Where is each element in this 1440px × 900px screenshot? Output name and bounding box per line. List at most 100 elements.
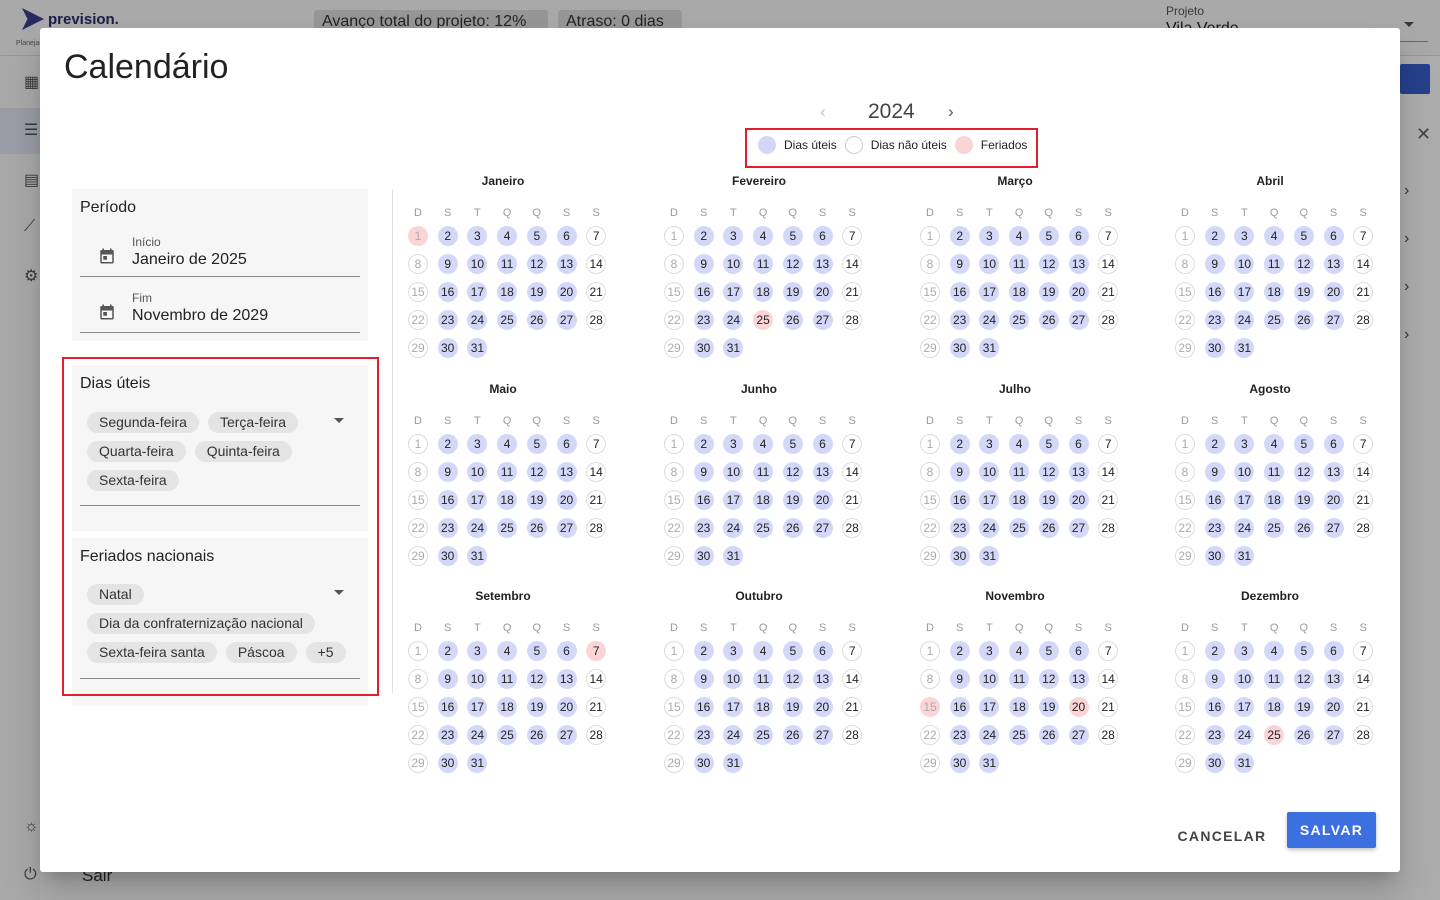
day-working[interactable]: 18 [1264,697,1285,717]
day-working[interactable]: 9 [949,669,970,689]
day-working[interactable]: 6 [556,434,577,454]
day-working[interactable]: 24 [467,310,488,330]
day-working[interactable]: 30 [1204,338,1225,358]
day-working[interactable]: 23 [437,725,458,745]
day-working[interactable]: 19 [1293,490,1314,510]
day-non-working[interactable]: 14 [586,462,607,482]
day-working[interactable]: 16 [949,490,970,510]
day-non-working[interactable]: 1 [408,641,428,661]
day-working[interactable]: 16 [437,490,458,510]
day-non-working[interactable]: 22 [664,310,684,330]
day-holiday[interactable]: 15 [920,697,940,717]
day-working[interactable]: 24 [723,310,744,330]
day-working[interactable]: 20 [556,282,577,302]
day-working[interactable]: 6 [556,641,577,661]
day-non-working[interactable]: 15 [1175,697,1195,717]
day-working[interactable]: 31 [979,753,1000,773]
day-working[interactable]: 11 [1264,254,1285,274]
day-non-working[interactable]: 22 [408,725,428,745]
start-date-field[interactable]: Início Janeiro de 2025 [80,227,360,277]
day-working[interactable]: 27 [812,518,833,538]
day-working[interactable]: 12 [782,254,803,274]
day-working[interactable]: 11 [497,669,518,689]
day-working[interactable]: 3 [467,641,488,661]
day-working[interactable]: 2 [693,434,714,454]
day-holiday[interactable]: 25 [1264,725,1285,745]
day-non-working[interactable]: 22 [408,518,428,538]
day-working[interactable]: 31 [467,338,488,358]
day-working[interactable]: 23 [1204,725,1225,745]
day-working[interactable]: 31 [467,753,488,773]
day-working[interactable]: 27 [556,518,577,538]
day-working[interactable]: 5 [1038,641,1059,661]
day-working[interactable]: 25 [1009,518,1030,538]
day-working[interactable]: 10 [979,254,1000,274]
day-holiday[interactable]: 25 [753,310,774,330]
day-working[interactable]: 3 [1234,226,1255,246]
day-working[interactable]: 19 [1293,282,1314,302]
day-non-working[interactable]: 21 [586,282,607,302]
day-working[interactable]: 11 [1009,254,1030,274]
day-non-working[interactable]: 8 [664,254,684,274]
day-non-working[interactable]: 1 [1175,434,1195,454]
day-non-working[interactable]: 15 [408,490,428,510]
day-working[interactable]: 30 [693,546,714,566]
day-non-working[interactable]: 29 [920,546,940,566]
day-working[interactable]: 19 [526,697,547,717]
day-working[interactable]: 3 [467,434,488,454]
day-working[interactable]: 12 [782,669,803,689]
day-working[interactable]: 9 [1204,254,1225,274]
day-working[interactable]: 4 [1009,641,1030,661]
day-working[interactable]: 3 [979,641,1000,661]
day-working[interactable]: 12 [526,462,547,482]
day-working[interactable]: 20 [1068,490,1089,510]
day-working[interactable]: 20 [812,697,833,717]
day-working[interactable]: 16 [437,282,458,302]
day-non-working[interactable]: 29 [408,338,428,358]
day-working[interactable]: 4 [753,434,774,454]
day-working[interactable]: 6 [1068,434,1089,454]
day-non-working[interactable]: 1 [664,641,684,661]
day-non-working[interactable]: 8 [408,669,428,689]
day-non-working[interactable]: 29 [1175,753,1195,773]
day-working[interactable]: 5 [1038,226,1059,246]
day-working[interactable]: 9 [437,254,458,274]
day-working[interactable]: 31 [723,753,744,773]
day-working[interactable]: 5 [782,434,803,454]
day-working[interactable]: 23 [1204,310,1225,330]
day-working[interactable]: 23 [693,310,714,330]
day-working[interactable]: 31 [979,546,1000,566]
day-non-working[interactable]: 8 [664,669,684,689]
day-working[interactable]: 30 [949,338,970,358]
day-working[interactable]: 23 [437,518,458,538]
day-working[interactable]: 18 [497,697,518,717]
day-working[interactable]: 26 [1038,518,1059,538]
day-working[interactable]: 6 [1323,641,1344,661]
day-working[interactable]: 18 [1009,490,1030,510]
day-non-working[interactable]: 22 [920,725,940,745]
day-working[interactable]: 20 [812,490,833,510]
day-working[interactable]: 18 [753,282,774,302]
end-date-field[interactable]: Fim Novembro de 2029 [80,283,360,333]
day-working[interactable]: 10 [1234,669,1255,689]
day-working[interactable]: 11 [497,254,518,274]
day-working[interactable]: 17 [467,490,488,510]
day-non-working[interactable]: 29 [408,546,428,566]
day-working[interactable]: 30 [437,546,458,566]
day-working[interactable]: 26 [1038,725,1059,745]
day-working[interactable]: 17 [979,282,1000,302]
day-non-working[interactable]: 21 [1353,282,1374,302]
day-working[interactable]: 11 [753,669,774,689]
day-working[interactable]: 13 [556,254,577,274]
day-working[interactable]: 24 [1234,310,1255,330]
day-non-working[interactable]: 15 [1175,282,1195,302]
day-working[interactable]: 30 [949,753,970,773]
day-non-working[interactable]: 29 [1175,338,1195,358]
day-non-working[interactable]: 14 [1098,254,1119,274]
day-non-working[interactable]: 15 [1175,490,1195,510]
day-working[interactable]: 11 [1264,669,1285,689]
day-working[interactable]: 2 [693,226,714,246]
day-non-working[interactable]: 8 [920,254,940,274]
day-non-working[interactable]: 14 [586,254,607,274]
day-holiday[interactable]: 1 [408,226,428,246]
